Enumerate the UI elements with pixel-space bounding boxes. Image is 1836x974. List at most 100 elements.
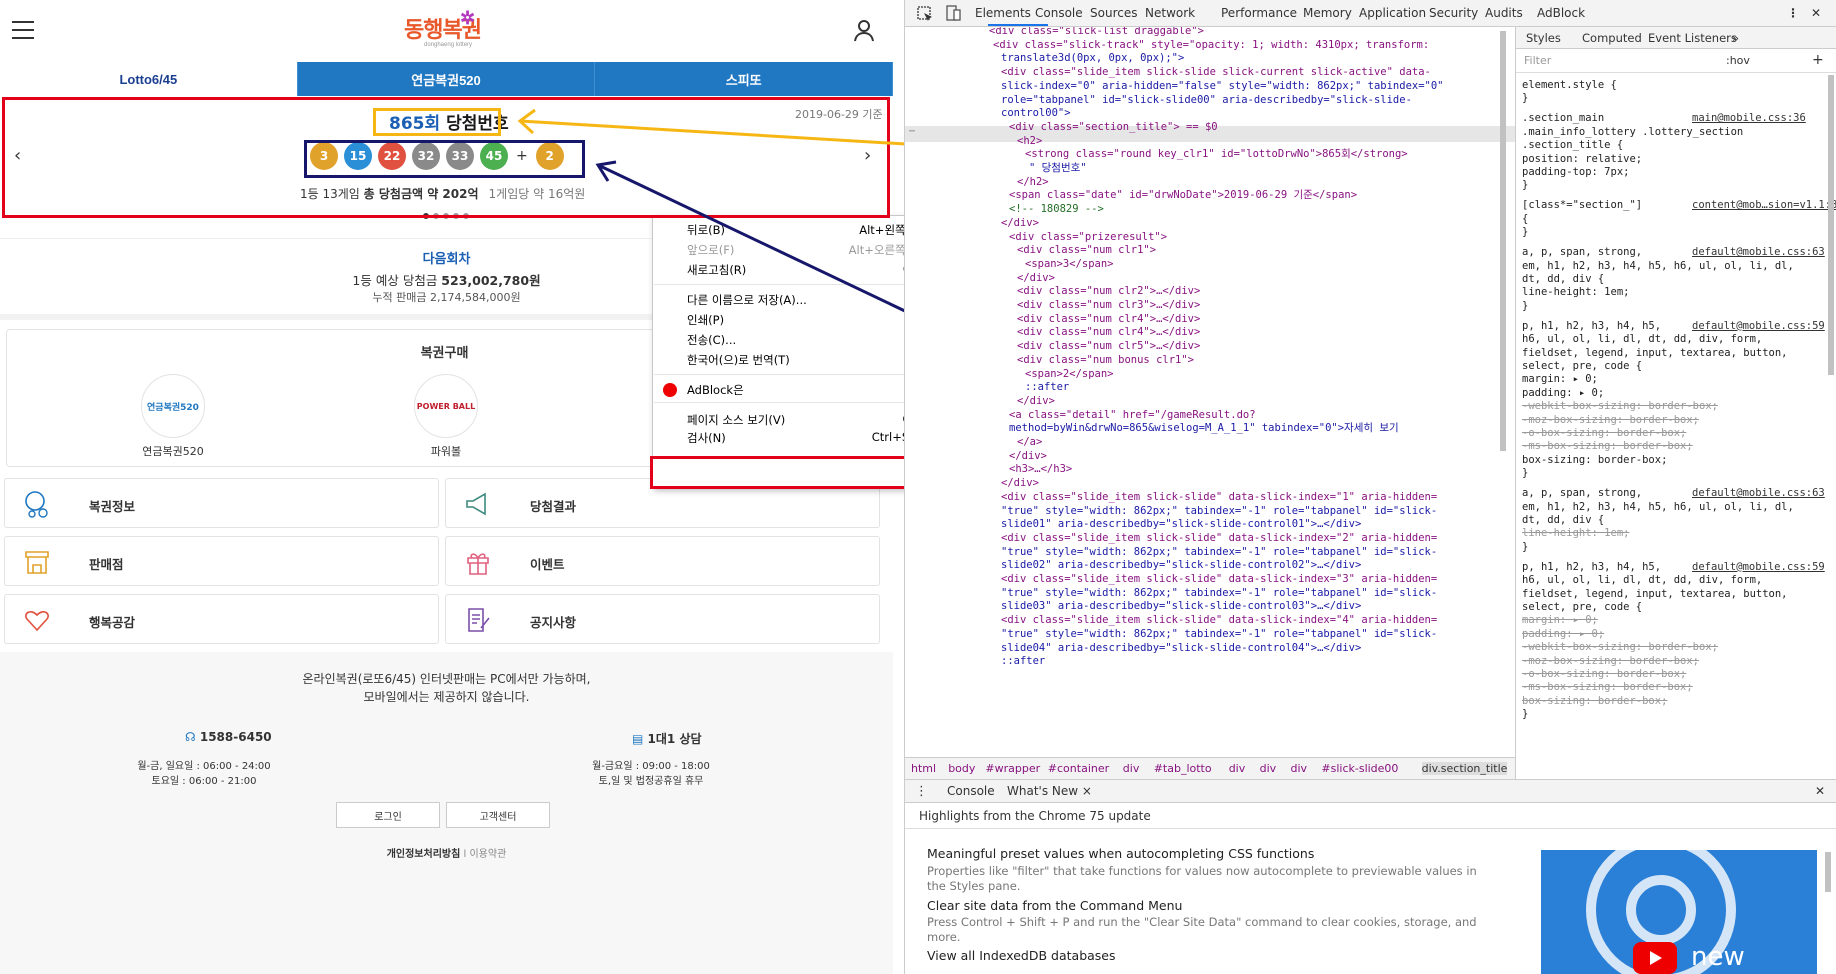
style-rule-line: fieldset, legend, input, textarea, butto… [1522,587,1788,600]
filter-input[interactable]: Filter [1524,54,1551,67]
style-selector: .section_main [1522,112,1605,125]
style-rule-line: box-sizing: border-box; [1522,694,1668,707]
close-devtools-icon[interactable]: ✕ [1811,6,1821,20]
styles-tab[interactable]: Styles [1526,31,1561,45]
devtools-tab-sources[interactable]: Sources [1090,6,1137,20]
style-rule-line: select, pre, code { [1522,360,1643,372]
styles-tab[interactable]: Event Listeners [1648,31,1737,45]
styles-tabs: Styles Computed Event Listeners» [1516,27,1836,49]
style-rule-line: select, pre, code { [1522,601,1643,613]
style-rule-line: dt, dd, div { [1522,273,1605,285]
style-rule-line: padding-top: 7px; [1522,166,1630,178]
devtools-tab-application[interactable]: Application [1359,6,1426,20]
style-rule-line: -moz-box-sizing: border-box; [1522,413,1700,426]
style-source-link[interactable]: main@mobile.css:36 [1692,112,1806,125]
style-rule-line: h6, ul, ol, li, dl, dt, dd, div, form, [1522,333,1763,346]
drawer-scrollbar[interactable] [1825,852,1831,892]
drawer-tab-console[interactable]: Console [947,784,995,798]
style-rule-line: position: relative; [1522,152,1643,165]
drawer-tab-whats-new[interactable]: What's New × [1007,784,1092,798]
breadcrumb: html body #wrapper #container div #tab_lotto d… [905,757,1515,779]
style-rule-line: [class*="section_"] content@mob…sion=v1.1… [1522,199,1836,212]
style-selector: a, p, span, strong, [1522,246,1643,259]
devtools-tab-elements[interactable]: Elements [975,6,1031,20]
style-rule-line: padding: ▸ 0; [1522,627,1605,640]
style-selector: a, p, span, strong, [1522,487,1643,500]
style-rule-line: em, h1, h2, h3, h4, h5, h6, ul, ol, li, … [1522,500,1794,513]
style-rule-line: } [1522,467,1529,480]
more-options-icon[interactable]: ⋮ [1787,6,1799,20]
style-rule-line: -ms-box-sizing: border-box; [1522,440,1693,453]
style-rule-line: -o-box-sizing: border-box; [1522,668,1687,680]
close-drawer-icon[interactable]: ✕ [1815,784,1825,798]
style-rule-line: .section_title { [1522,139,1624,152]
news-desc-2: Press Control + Shift + P and run the "C… [927,915,1477,944]
breadcrumb-item[interactable]: div [1291,762,1308,775]
style-rule-line: em, h1, h2, h3, h4, h5, h6, ul, ol, li, … [1522,259,1794,272]
styles-scrollbar[interactable] [1828,75,1834,375]
devtools-tab-audits[interactable]: Audits [1485,6,1523,20]
elements-scrollbar[interactable] [1500,31,1506,451]
breadcrumb-item[interactable]: body [948,762,975,775]
breadcrumb-item[interactable]: div [1229,762,1246,775]
style-rule-line: padding: ▸ 0; [1522,386,1605,399]
style-rule-line: } [1522,540,1529,553]
breadcrumb-item[interactable]: div [1260,762,1277,775]
styles-tab[interactable]: » [1732,31,1739,45]
dom-line[interactable]: method=byWin&drwNo=865&wiselog=M_A_1_1" … [1009,420,1399,436]
news-title-3[interactable]: View all IndexedDB databases [927,948,1116,963]
style-source-link[interactable]: content@mob…sion=v1.1:3 [1692,199,1836,212]
style-rule-line: -ms-box-sizing: border-box; [1522,681,1693,694]
style-rule-line: element.style { [1522,79,1617,91]
style-rule-line: fieldset, legend, input, textarea, butto… [1522,346,1788,359]
devtools-tab-console[interactable]: Console [1035,6,1083,20]
video-caption: new [1691,942,1745,972]
element-picker-icon[interactable] [917,6,933,22]
style-rule-line: margin: ▸ 0; [1522,614,1598,627]
devtools-tab-adblock[interactable]: AdBlock [1537,6,1585,20]
styles-filter-bar: Filter :hov + [1516,49,1836,73]
active-tab-underline [988,24,1048,26]
breadcrumb-item[interactable]: div [1123,762,1140,775]
style-source-link[interactable]: default@mobile.css:63 [1692,246,1825,259]
style-rule-line: { [1522,212,1529,225]
styles-pane: Styles Computed Event Listeners» Filter :h… [1515,27,1836,779]
devtools-tab-network[interactable]: Network [1145,6,1195,20]
style-source-link[interactable]: default@mobile.css:63 [1692,487,1825,500]
dom-line[interactable]: ::after [1001,653,1045,669]
ellipsis-icon[interactable]: ⋯ [909,126,915,137]
breadcrumb-item[interactable]: div.section_title [1421,762,1508,775]
breadcrumb-item[interactable]: #container [1048,762,1109,775]
style-source-link[interactable]: default@mobile.css:59 [1692,561,1825,574]
style-source-link[interactable]: default@mobile.css:59 [1692,320,1825,333]
video-thumbnail[interactable]: new [1541,850,1817,974]
device-toolbar-icon[interactable] [945,5,961,21]
breadcrumb-item[interactable]: #wrapper [985,762,1040,775]
drawer-tabs: ⋮ Console What's New × ✕ [905,780,1836,803]
news-desc-1: Properties like "filter" that take funct… [927,864,1477,893]
devtools-drawer: ⋮ Console What's New × ✕ Highlights from… [905,779,1836,974]
devtools-tab-security[interactable]: Security [1429,6,1478,20]
style-rule-line: a, p, span, strong, default@mobile.css:63 [1522,487,1825,500]
style-selector: p, h1, h2, h3, h4, h5, [1522,319,1662,332]
breadcrumb-item[interactable]: #slick-slide00 [1321,762,1398,775]
dom-line[interactable]: slide04" aria-describedby="slick-slide-c… [1001,640,1361,656]
style-rule-line: } [1522,708,1529,721]
drawer-menu-icon[interactable]: ⋮ [915,784,928,799]
news-title-1[interactable]: Meaningful preset values when autocomple… [927,846,1314,861]
breadcrumb-item[interactable]: #tab_lotto [1154,762,1212,775]
news-title-2[interactable]: Clear site data from the Command Menu [927,898,1182,913]
new-rule-button[interactable]: + [1812,52,1824,68]
play-icon[interactable] [1633,942,1677,974]
style-rule-line: margin: ▸ 0; [1522,373,1598,386]
hov-toggle[interactable]: :hov [1726,54,1750,67]
style-rule-line: .section_main main@mobile.css:36 [1522,112,1806,125]
style-rule-line: -moz-box-sizing: border-box; [1522,654,1700,667]
style-rule-line: a, p, span, strong, default@mobile.css:63 [1522,246,1825,259]
style-rule-line: dt, dd, div { [1522,514,1605,526]
devtools-tab-memory[interactable]: Memory [1303,6,1352,20]
devtools-toolbar: ⋮ ✕ Elements Console Sources Network Perform… [905,0,1836,27]
styles-tab[interactable]: Computed [1582,31,1642,45]
breadcrumb-item[interactable]: html [911,762,936,775]
devtools-tab-performance[interactable]: Performance [1221,6,1297,20]
